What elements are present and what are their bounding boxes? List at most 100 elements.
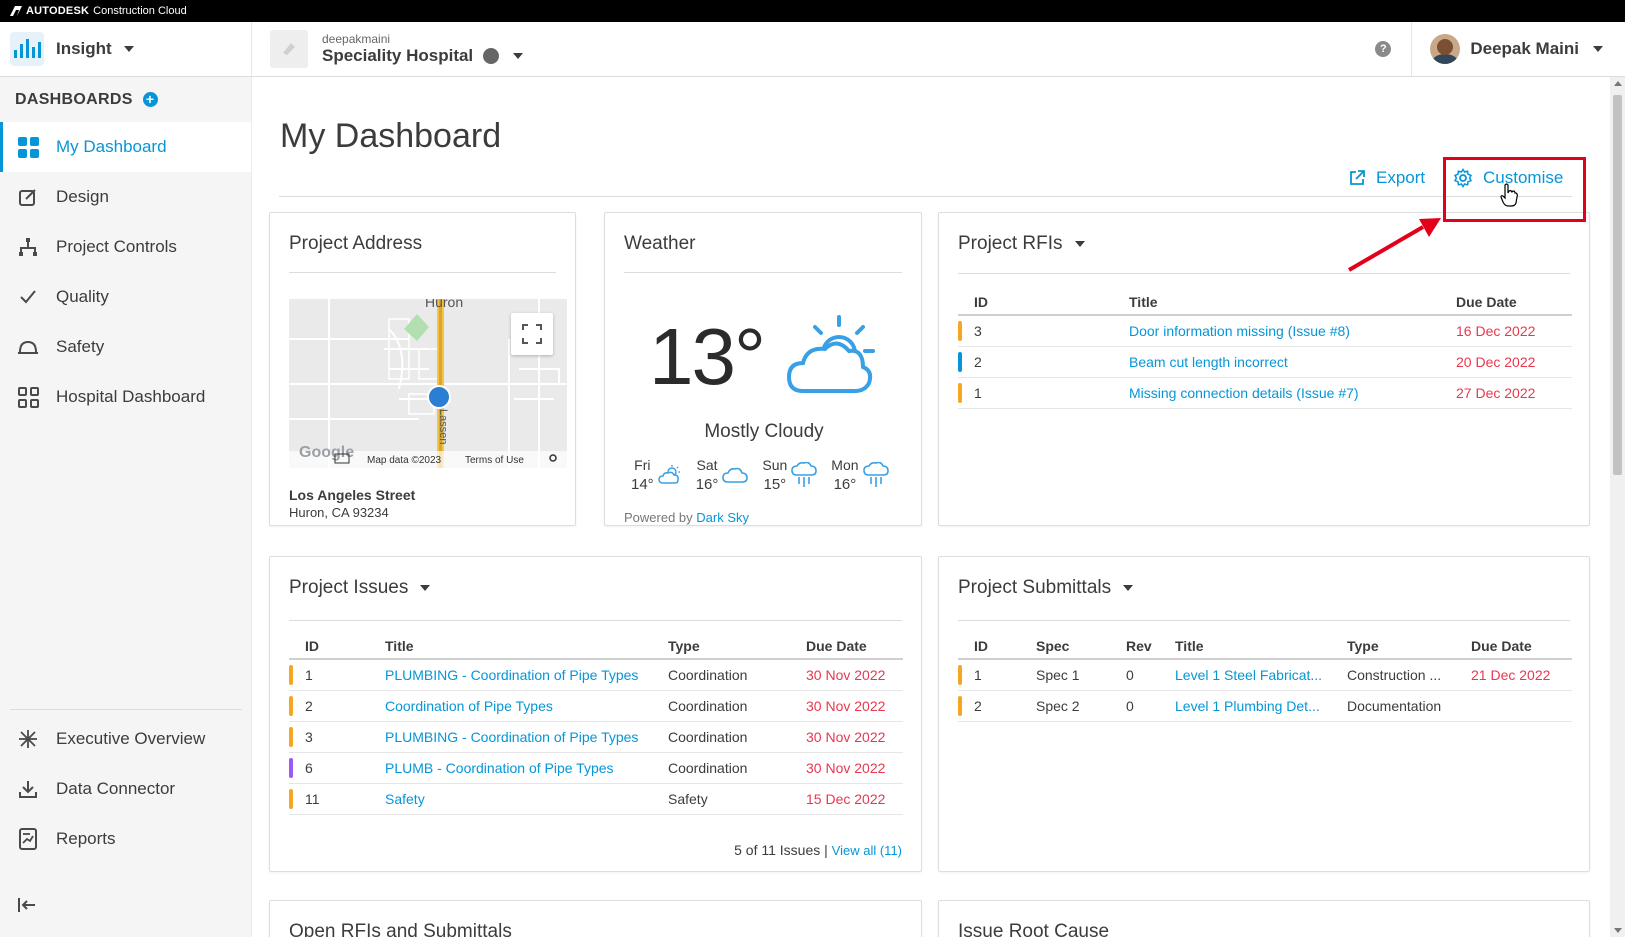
dashboards-title: DASHBOARDS <box>15 90 133 108</box>
submittal-spec: Spec 2 <box>1036 690 1126 722</box>
app-switcher[interactable]: Insight <box>0 22 252 76</box>
submittal-id: 2 <box>974 690 1036 722</box>
view-all-link[interactable]: View all (11) <box>832 843 902 858</box>
column-header[interactable]: Title <box>1175 633 1347 660</box>
chevron-down-icon <box>420 585 431 591</box>
issue-type: Coordination <box>668 752 806 784</box>
map-city-label: Huron <box>425 299 463 310</box>
table-row[interactable]: 2 Coordination of Pipe Types Coordinatio… <box>289 690 903 722</box>
table-row[interactable]: 3 PLUMBING - Coordination of Pipe Types … <box>289 721 903 753</box>
forecast-day-name: Sat <box>696 457 718 473</box>
column-header[interactable]: ID <box>974 289 1129 316</box>
status-bar <box>958 320 962 341</box>
status-bar <box>958 695 962 716</box>
column-header[interactable]: Title <box>1129 289 1456 316</box>
column-header[interactable]: Type <box>668 633 806 660</box>
weather-condition: Mostly Cloudy <box>704 421 824 442</box>
submittal-spec: Spec 1 <box>1036 659 1126 691</box>
submittals-filter-dropdown[interactable]: Project Submittals <box>958 577 1134 599</box>
issue-title-link[interactable]: PLUMBING - Coordination of Pipe Types <box>385 721 668 753</box>
rfi-filter-dropdown[interactable]: Project RFIs <box>958 233 1085 255</box>
column-header[interactable]: Spec <box>1036 633 1126 660</box>
submittal-title-link[interactable]: Level 1 Plumbing Det... <box>1175 690 1347 722</box>
table-row[interactable]: 1 Spec 1 0 Level 1 Steel Fabricat... Con… <box>958 659 1572 691</box>
scroll-up-icon[interactable] <box>1614 81 1622 86</box>
column-header[interactable]: Rev <box>1126 633 1175 660</box>
export-button[interactable]: Export <box>1348 168 1425 188</box>
pencil-square-icon <box>17 186 39 208</box>
annotation-arrow-icon <box>1347 218 1441 272</box>
issue-title-link[interactable]: Coordination of Pipe Types <box>385 690 668 722</box>
hardhat-icon <box>17 336 39 358</box>
status-bar <box>958 351 962 372</box>
forecast-day-name: Fri <box>634 457 651 473</box>
issue-type: Coordination <box>668 659 806 691</box>
project-issues-card: Project Issues ID Title Type Due Date 1 <box>269 556 922 872</box>
sidebar-item-label: Hospital Dashboard <box>56 387 206 406</box>
sidebar-item-label: Project Controls <box>56 237 177 256</box>
table-row[interactable]: 6 PLUMB - Coordination of Pipe Types Coo… <box>289 752 903 784</box>
brand-product: Construction Cloud <box>93 5 187 17</box>
rfi-title-link[interactable]: Beam cut length incorrect <box>1129 346 1456 378</box>
column-header[interactable]: Type <box>1347 633 1471 660</box>
rfi-title-link[interactable]: Missing connection details (Issue #7) <box>1129 377 1456 409</box>
issue-id: 2 <box>305 690 385 722</box>
table-row[interactable]: 1 PLUMBING - Coordination of Pipe Types … <box>289 659 903 691</box>
collapse-sidebar-icon[interactable] <box>17 895 37 921</box>
add-dashboard-icon[interactable]: + <box>142 92 158 107</box>
forecast-temp: 14° <box>631 476 654 493</box>
hand-cursor-icon <box>1500 183 1518 207</box>
column-header[interactable]: ID <box>974 633 1036 660</box>
column-header[interactable]: Due Date <box>1456 289 1572 316</box>
chevron-down-icon <box>513 53 524 59</box>
column-header[interactable]: ID <box>305 633 385 660</box>
sidebar-item-design[interactable]: Design <box>0 172 251 222</box>
issue-title-link[interactable]: Safety <box>385 783 668 815</box>
project-address-card: Project Address Huron Lassen Google Map … <box>269 212 576 526</box>
fullscreen-icon[interactable] <box>511 313 553 355</box>
sidebar-item-safety[interactable]: Safety <box>0 322 251 372</box>
rfi-table: ID Title Due Date 3 Door information mis… <box>958 289 1572 409</box>
brand-bar: AUTODESK Construction Cloud <box>0 0 1625 22</box>
issue-title-link[interactable]: PLUMBING - Coordination of Pipe Types <box>385 659 668 691</box>
sidebar-item-label: Reports <box>56 829 116 848</box>
sidebar-item-quality[interactable]: Quality <box>0 272 251 322</box>
issue-due-date: 30 Nov 2022 <box>806 690 903 722</box>
rain-icon <box>791 462 818 487</box>
map-terms-link[interactable]: Terms of Use <box>465 455 524 466</box>
sidebar-item-my-dashboard[interactable]: My Dashboard <box>0 122 251 172</box>
app-window: AUTODESK Construction Cloud Insight deep… <box>0 0 1625 937</box>
help-icon[interactable]: ? <box>1375 41 1392 57</box>
scroll-down-icon[interactable] <box>1614 928 1622 933</box>
table-row[interactable]: 1 Missing connection details (Issue #7) … <box>958 377 1572 409</box>
submittal-rev: 0 <box>1126 659 1175 691</box>
sidebar-item-reports[interactable]: Reports <box>0 814 252 864</box>
map[interactable]: Huron Lassen Google Map data ©2023 Terms… <box>289 299 567 468</box>
issues-filter-dropdown[interactable]: Project Issues <box>289 577 431 599</box>
sidebar-item-hospital-dashboard[interactable]: Hospital Dashboard <box>0 372 251 422</box>
sidebar-item-label: My Dashboard <box>56 137 167 156</box>
column-header[interactable]: Due Date <box>806 633 903 660</box>
main-scrollbar[interactable] <box>1610 77 1625 937</box>
sidebar-item-data-connector[interactable]: Data Connector <box>0 764 252 814</box>
rfi-title-link[interactable]: Door information missing (Issue #8) <box>1129 315 1456 347</box>
sidebar-item-project-controls[interactable]: Project Controls <box>0 222 251 272</box>
status-bar <box>289 757 293 778</box>
sidebar-item-executive-overview[interactable]: Executive Overview <box>0 714 252 764</box>
project-switcher[interactable]: deepakmaini Speciality Hospital <box>252 30 524 68</box>
chevron-down-icon <box>1074 241 1085 247</box>
scroll-thumb[interactable] <box>1613 95 1622 475</box>
table-row[interactable]: 2 Beam cut length incorrect 20 Dec 2022 <box>958 346 1572 378</box>
column-header[interactable]: Title <box>385 633 668 660</box>
column-header[interactable]: Due Date <box>1471 633 1572 660</box>
table-row[interactable]: 2 Spec 2 0 Level 1 Plumbing Det... Docum… <box>958 690 1572 722</box>
export-icon <box>1350 170 1365 185</box>
rfi-due-date: 16 Dec 2022 <box>1456 315 1572 347</box>
issue-title-link[interactable]: PLUMB - Coordination of Pipe Types <box>385 752 668 784</box>
user-menu[interactable]: Deepak Maini <box>1411 22 1625 76</box>
table-row[interactable]: 3 Door information missing (Issue #8) 16… <box>958 315 1572 347</box>
dark-sky-link[interactable]: Dark Sky <box>696 510 749 525</box>
submittal-title-link[interactable]: Level 1 Steel Fabricat... <box>1175 659 1347 691</box>
table-row[interactable]: 11 Safety Safety 15 Dec 2022 <box>289 783 903 815</box>
issue-due-date: 30 Nov 2022 <box>806 659 903 691</box>
